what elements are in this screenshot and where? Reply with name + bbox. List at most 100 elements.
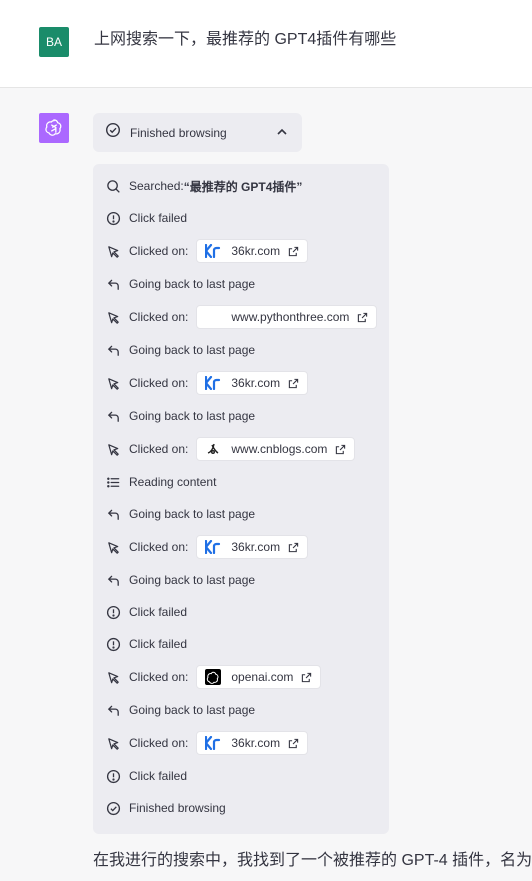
log-item: Going back to last page — [105, 403, 255, 429]
cnblogs-logo-icon — [205, 441, 221, 457]
log-item-text: Reading content — [129, 475, 217, 489]
list-icon — [105, 474, 121, 490]
source-link-chip[interactable]: 36kr.com — [196, 239, 309, 263]
source-site-label: www.pythonthree.com — [231, 310, 350, 324]
back-arrow-icon — [105, 408, 121, 424]
cursor-icon — [105, 375, 121, 391]
log-item: Clicked on: 36kr.com — [105, 730, 309, 756]
log-item-text: Going back to last page — [129, 343, 256, 357]
openai-logo-icon — [205, 669, 222, 685]
log-item: Going back to last page — [105, 271, 255, 297]
log-item: Clicked on: www.cnblogs.com — [105, 436, 356, 462]
log-item: Clicked on: 36kr.com — [105, 370, 309, 396]
user-message-text: 上网搜索一下，最推荐的 GPT4插件有哪些 — [94, 31, 397, 48]
user-avatar: BA — [39, 27, 69, 57]
favicon-placeholder — [205, 309, 221, 325]
log-item: Reading content — [105, 469, 216, 495]
source-link-chip[interactable]: 36kr.com — [196, 731, 309, 755]
log-item-text: Clicked on: — [129, 736, 189, 750]
source-link-chip[interactable]: www.cnblogs.com — [196, 437, 356, 461]
log-item-text: Going back to last page — [129, 573, 256, 587]
search-icon — [105, 178, 121, 194]
log-item: Clicked on: 36kr.com — [105, 534, 309, 560]
cursor-icon — [105, 735, 121, 751]
log-item: Going back to last page — [105, 697, 255, 723]
36kr-logo-icon — [205, 539, 221, 555]
36kr-logo-icon — [205, 243, 221, 259]
alert-circle-icon — [105, 604, 121, 620]
source-link-chip[interactable]: openai.com — [196, 665, 322, 689]
log-item: Clicked on: 36kr.com — [105, 238, 309, 264]
log-item: Going back to last page — [105, 567, 255, 593]
log-item: Click failed — [105, 599, 187, 625]
alert-circle-icon — [105, 636, 121, 652]
log-item-text: Click failed — [129, 637, 188, 651]
cursor-icon — [105, 669, 121, 685]
cursor-icon — [105, 539, 121, 555]
external-link-icon — [335, 444, 346, 455]
log-item: Finished browsing — [105, 795, 226, 821]
source-link-chip[interactable]: www.pythonthree.com — [196, 305, 378, 329]
log-item-text: Click failed — [129, 605, 188, 619]
external-link-icon — [288, 542, 299, 553]
source-link-chip[interactable]: 36kr.com — [196, 535, 309, 559]
log-item: Going back to last page — [105, 337, 255, 363]
log-item-text: Click failed — [129, 211, 188, 225]
external-link-icon — [301, 672, 312, 683]
source-site-label: 36kr.com — [231, 244, 281, 258]
search-query: “最推荐的 GPT4插件” — [183, 179, 303, 194]
external-link-icon — [288, 246, 299, 257]
external-link-icon — [288, 378, 299, 389]
log-item: Going back to last page — [105, 501, 255, 527]
source-site-label: openai.com — [231, 670, 294, 684]
log-item: Searched: “最推荐的 GPT4插件” — [105, 173, 302, 199]
external-link-icon — [288, 738, 299, 749]
log-item: Clicked on: openai.com — [105, 664, 322, 690]
chevron-up-icon — [275, 125, 289, 144]
log-item-text: Clicked on: — [129, 244, 189, 258]
log-item-text: Clicked on: — [129, 670, 189, 684]
log-item-text: Going back to last page — [129, 703, 256, 717]
check-circle-icon — [105, 800, 121, 816]
check-circle-icon — [105, 122, 121, 143]
assistant-avatar — [39, 113, 69, 143]
assistant-answer-text: 在我进行的搜索中，我找到了一个被推荐的 GPT-4 插件，名为 — [93, 852, 532, 869]
cursor-icon — [105, 309, 121, 325]
browsing-log-panel: Searched: “最推荐的 GPT4插件” Click failed Click… — [93, 164, 389, 834]
user-message-row: BA 上网搜索一下，最推荐的 GPT4插件有哪些 — [0, 0, 532, 88]
log-item-text: Going back to last page — [129, 507, 256, 521]
source-site-label: 36kr.com — [231, 736, 281, 750]
log-item-text: Clicked on: — [129, 310, 189, 324]
browsing-toggle-button[interactable]: Finished browsing — [93, 113, 302, 152]
back-arrow-icon — [105, 702, 121, 718]
alert-circle-icon — [105, 768, 121, 784]
source-site-label: 36kr.com — [231, 540, 281, 554]
alert-circle-icon — [105, 210, 121, 226]
log-item-text: Clicked on: — [129, 442, 189, 456]
log-item-text: Clicked on: — [129, 540, 189, 554]
36kr-logo-icon — [205, 735, 221, 751]
log-item: Click failed — [105, 763, 187, 789]
log-item-text: Going back to last page — [129, 409, 256, 423]
log-item: Click failed — [105, 205, 187, 231]
cursor-icon — [105, 243, 121, 259]
log-item-text: Click failed — [129, 769, 188, 783]
back-arrow-icon — [105, 572, 121, 588]
log-item-text: Searched: — [129, 179, 184, 193]
log-item-text: Clicked on: — [129, 376, 189, 390]
browsing-toggle-label: Finished browsing — [130, 125, 227, 140]
source-link-chip[interactable]: 36kr.com — [196, 371, 309, 395]
assistant-message-row: Finished browsing Searched: “最推荐的 GPT4插件… — [0, 88, 532, 881]
36kr-logo-icon — [205, 375, 221, 391]
cursor-icon — [105, 441, 121, 457]
back-arrow-icon — [105, 342, 121, 358]
log-item-text: Going back to last page — [129, 277, 256, 291]
log-item-text: Finished browsing — [129, 801, 226, 815]
source-site-label: www.cnblogs.com — [231, 442, 328, 456]
back-arrow-icon — [105, 506, 121, 522]
openai-logo-icon — [45, 119, 62, 136]
log-item: Clicked on: www.pythonthree.com — [105, 304, 378, 330]
back-arrow-icon — [105, 276, 121, 292]
source-site-label: 36kr.com — [231, 376, 281, 390]
external-link-icon — [357, 312, 368, 323]
